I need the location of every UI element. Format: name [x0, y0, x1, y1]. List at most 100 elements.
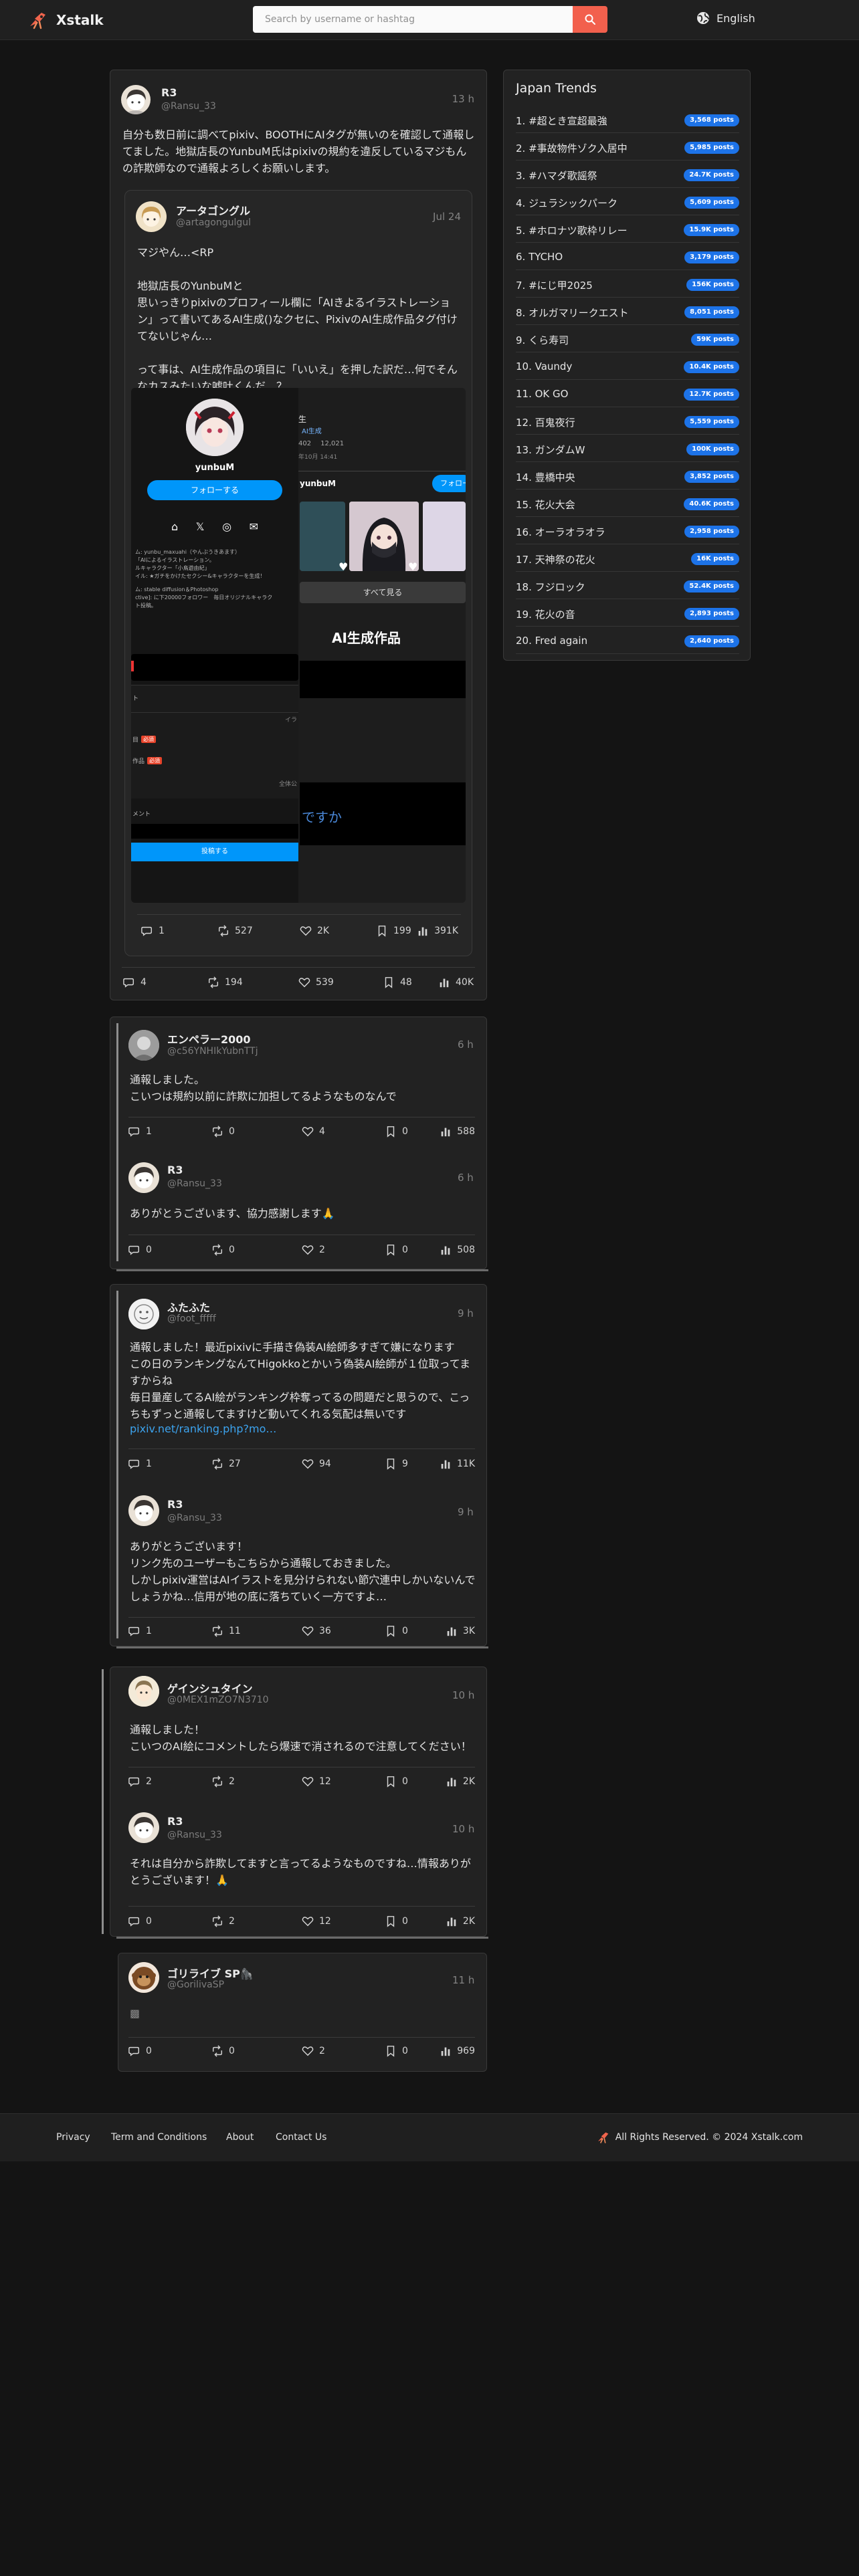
trend-item[interactable]: 1. #超とき宣超最強 3,568 posts	[516, 106, 739, 133]
trend-item[interactable]: 4. ジュラシックパーク 5,609 posts	[516, 189, 739, 215]
trend-name[interactable]: 18. フジロック	[516, 580, 585, 594]
trend-item[interactable]: 15. 花火大会 40.6K posts	[516, 490, 739, 517]
reply-stat[interactable]: 4	[123, 976, 147, 988]
post-author-handle[interactable]: @c56YNHIkYubnTTj	[167, 1046, 258, 1057]
trend-name[interactable]: 12. 百鬼夜行	[516, 415, 575, 429]
bookmark-stat[interactable]: 0	[385, 1915, 408, 1927]
post-author-handle[interactable]: @0MEX1mZO7N3710	[167, 1695, 269, 1705]
trend-item[interactable]: 19. 花火の音 2,893 posts	[516, 600, 739, 627]
trend-name[interactable]: 5. #ホロナツ歌枠リレー	[516, 223, 628, 237]
trend-name[interactable]: 17. 天神祭の花火	[516, 552, 595, 566]
like-stat[interactable]: 94	[302, 1458, 331, 1470]
avatar[interactable]	[128, 1812, 159, 1843]
trend-name[interactable]: 1. #超とき宣超最強	[516, 114, 607, 128]
bookmark-stat[interactable]: 0	[385, 1776, 408, 1788]
post-author-handle[interactable]: @Ransu_33	[161, 101, 216, 112]
reply-stat[interactable]: 0	[128, 1915, 152, 1927]
trend-item[interactable]: 3. #ハマダ歌謡祭 24.7K posts	[516, 161, 739, 188]
views-stat[interactable]: 391K	[417, 925, 458, 937]
post-author-handle[interactable]: @GorilivaSP	[167, 1979, 224, 1990]
like-stat[interactable]: 539	[298, 976, 334, 988]
reply-stat[interactable]: 1	[128, 1125, 152, 1138]
like-stat[interactable]: 2	[302, 1244, 325, 1256]
avatar[interactable]	[128, 1676, 159, 1707]
trend-item[interactable]: 13. ガンダムW 100K posts	[516, 435, 739, 462]
trend-name[interactable]: 14. 豊橋中央	[516, 470, 575, 484]
post-author-name[interactable]: ふたふた	[167, 1299, 210, 1315]
avatar[interactable]	[136, 201, 167, 232]
post-author-handle[interactable]: @Ransu_33	[167, 1513, 222, 1523]
trend-item[interactable]: 16. オーラオラオラ 2,958 posts	[516, 518, 739, 544]
views-stat[interactable]: 588	[440, 1125, 475, 1138]
repost-stat[interactable]: 0	[211, 1244, 235, 1256]
post-author-name[interactable]: R3	[167, 1498, 183, 1511]
bookmark-stat[interactable]: 9	[385, 1458, 408, 1470]
post-link[interactable]: pixiv.net/ranking.php?mo…	[130, 1422, 276, 1435]
trend-item[interactable]: 20. Fred again 2,640 posts	[516, 627, 739, 654]
views-stat[interactable]: 2K	[446, 1776, 475, 1788]
bookmark-stat[interactable]: 0	[385, 2045, 408, 2057]
trend-name[interactable]: 9. くら寿司	[516, 333, 569, 347]
footer-link-terms[interactable]: Term and Conditions	[111, 2132, 207, 2143]
reply-stat[interactable]: 0	[128, 2045, 152, 2057]
repost-stat[interactable]: 0	[211, 1125, 235, 1138]
views-stat[interactable]: 2K	[446, 1915, 475, 1927]
trend-item[interactable]: 7. #にじ甲2025 156K posts	[516, 271, 739, 298]
bookmark-stat[interactable]: 0	[385, 1244, 408, 1256]
views-stat[interactable]: 11K	[440, 1458, 475, 1470]
post-author-handle[interactable]: @artagongulgul	[176, 217, 251, 228]
trend-item[interactable]: 2. #事故物件ゾク入居中 5,985 posts	[516, 134, 739, 160]
repost-stat[interactable]: 527	[217, 925, 253, 937]
trend-item[interactable]: 5. #ホロナツ歌枠リレー 15.9K posts	[516, 216, 739, 243]
trend-name[interactable]: 4. ジュラシックパーク	[516, 196, 617, 210]
reply-stat[interactable]: 1	[128, 1625, 152, 1637]
reply-stat[interactable]: 2	[128, 1776, 152, 1788]
post-author-name[interactable]: エンペラー2000	[167, 1031, 251, 1047]
repost-stat[interactable]: 2	[211, 1776, 235, 1788]
footer-link-privacy[interactable]: Privacy	[56, 2132, 90, 2143]
bookmark-stat[interactable]: 0	[385, 1125, 408, 1138]
trend-name[interactable]: 10. Vaundy	[516, 360, 572, 372]
views-stat[interactable]: 508	[440, 1244, 475, 1256]
avatar[interactable]	[121, 85, 151, 114]
trend-name[interactable]: 15. 花火大会	[516, 498, 575, 512]
trend-name[interactable]: 16. オーラオラオラ	[516, 525, 605, 539]
trend-item[interactable]: 9. くら寿司 59K posts	[516, 326, 739, 352]
avatar[interactable]	[128, 1162, 159, 1193]
like-stat[interactable]: 12	[302, 1776, 331, 1788]
post-author-name[interactable]: ゴリライブ SP🦍	[167, 1965, 254, 1981]
avatar[interactable]	[128, 1962, 159, 1993]
post-author-handle[interactable]: @Ransu_33	[167, 1178, 222, 1189]
trend-name[interactable]: 19. 花火の音	[516, 607, 575, 621]
trend-name[interactable]: 3. #ハマダ歌謡祭	[516, 169, 597, 183]
footer-link-about[interactable]: About	[226, 2132, 254, 2143]
trend-name[interactable]: 11. OK GO	[516, 388, 568, 400]
footer-link-contact[interactable]: Contact Us	[276, 2132, 326, 2143]
search-input[interactable]	[253, 6, 573, 33]
trend-name[interactable]: 20. Fred again	[516, 635, 587, 647]
trend-item[interactable]: 12. 百鬼夜行 5,559 posts	[516, 408, 739, 435]
repost-stat[interactable]: 27	[211, 1458, 241, 1470]
trend-item[interactable]: 11. OK GO 12.7K posts	[516, 381, 739, 407]
brand-logo[interactable]: Xstalk	[28, 10, 104, 30]
like-stat[interactable]: 2	[302, 2045, 325, 2057]
repost-stat[interactable]: 194	[207, 976, 243, 988]
avatar[interactable]	[128, 1299, 159, 1329]
trend-name[interactable]: 8. オルガマリークエスト	[516, 306, 629, 320]
repost-stat[interactable]: 2	[211, 1915, 235, 1927]
avatar[interactable]	[128, 1495, 159, 1526]
views-stat[interactable]: 969	[440, 2045, 475, 2057]
trend-name[interactable]: 2. #事故物件ゾク入居中	[516, 141, 628, 155]
views-stat[interactable]: 3K	[446, 1625, 475, 1637]
post-author-handle[interactable]: @Ransu_33	[167, 1830, 222, 1840]
trend-name[interactable]: 13. ガンダムW	[516, 443, 585, 457]
bookmark-stat[interactable]: 0	[385, 1625, 408, 1637]
like-stat[interactable]: 12	[302, 1915, 331, 1927]
bookmark-stat[interactable]: 48	[383, 976, 412, 988]
reply-stat[interactable]: 1	[141, 925, 165, 937]
trend-item[interactable]: 17. 天神祭の花火 16K posts	[516, 545, 739, 572]
post-author-name[interactable]: R3	[161, 86, 177, 99]
post-author-name[interactable]: R3	[167, 1164, 183, 1176]
trend-item[interactable]: 14. 豊橋中央 3,852 posts	[516, 463, 739, 490]
trend-item[interactable]: 18. フジロック 52.4K posts	[516, 572, 739, 599]
